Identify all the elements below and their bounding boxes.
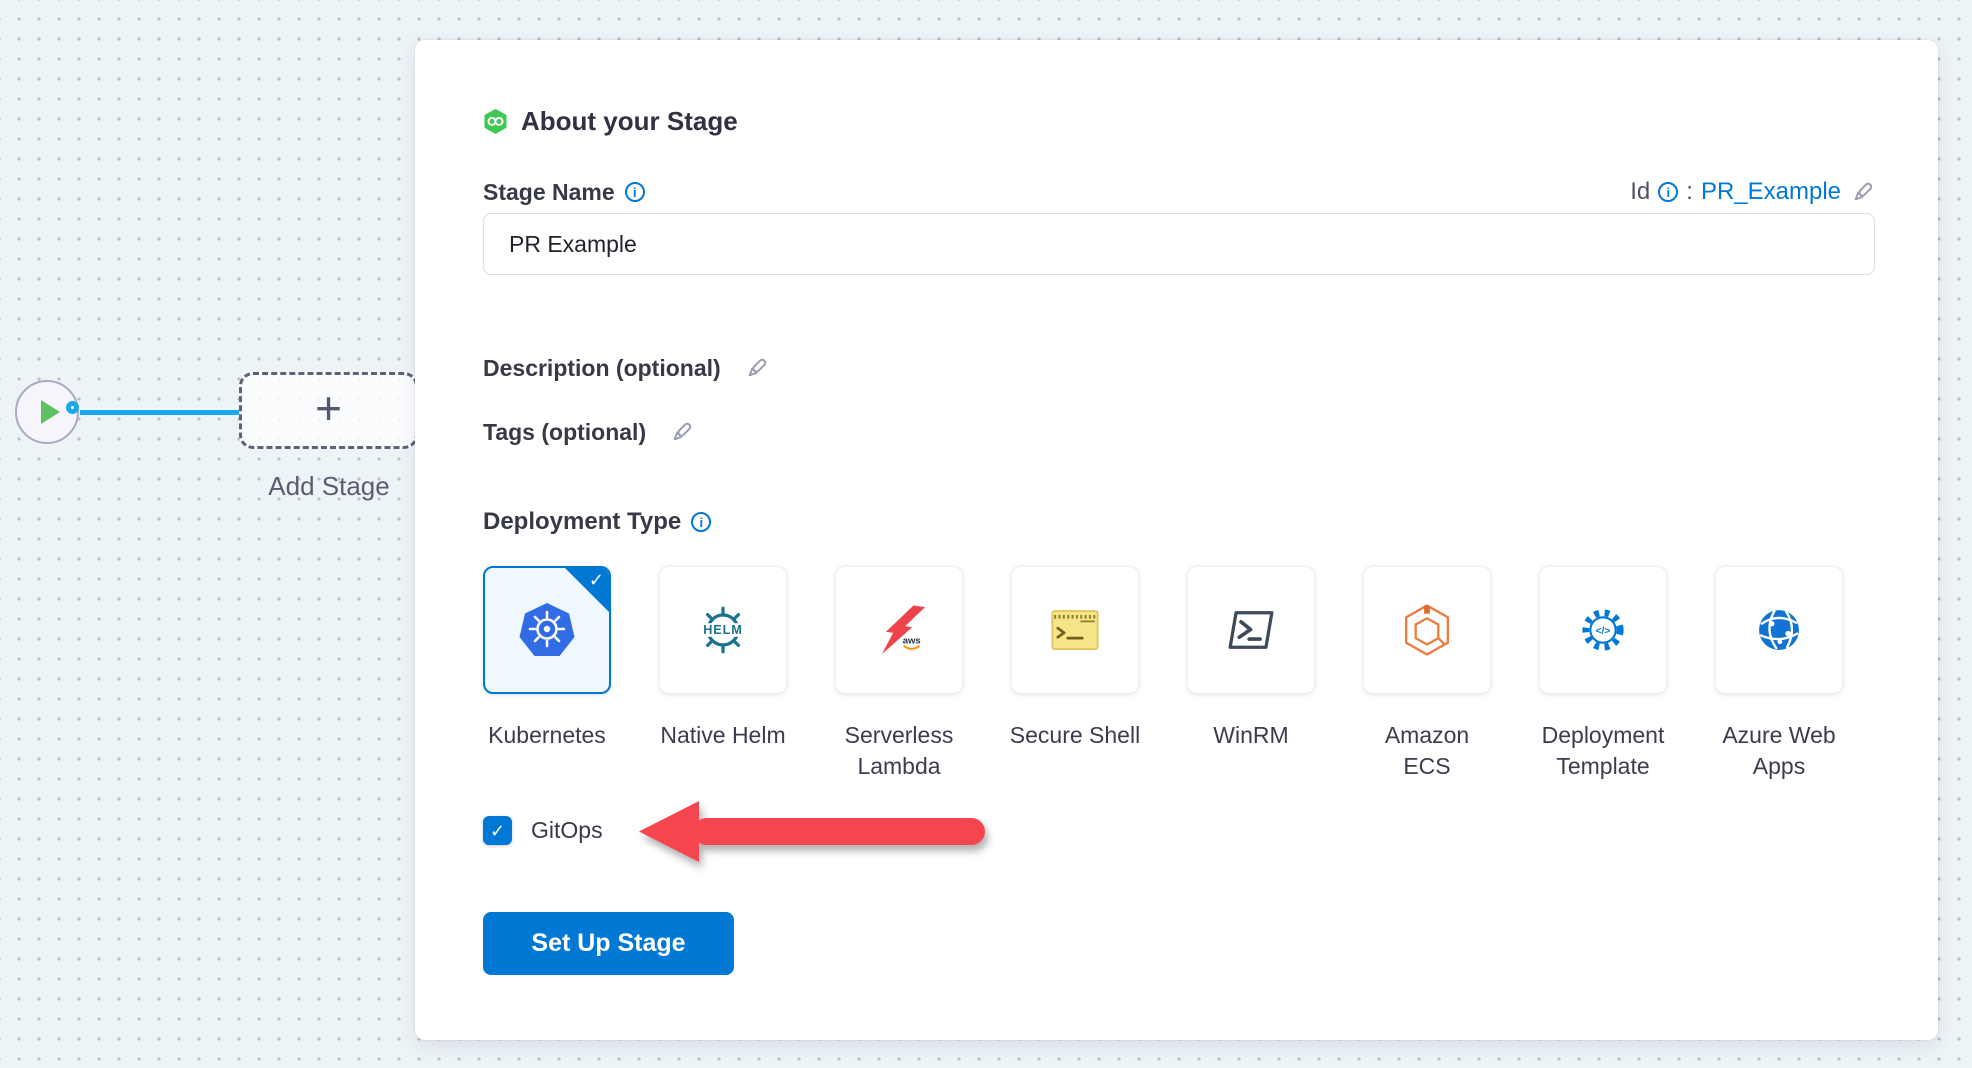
deployment-option-native-helm: HELM Native Helm (659, 566, 787, 782)
tags-label: Tags (optional) (483, 419, 646, 446)
pencil-icon (670, 420, 694, 444)
edit-tags-button[interactable] (670, 420, 694, 444)
deployment-option-label: Kubernetes (462, 720, 632, 751)
tags-row: Tags (optional) (483, 416, 694, 448)
check-icon: ✓ (490, 822, 505, 840)
pipeline-stage-setup-screen: { "canvas": { "add_stage_label": "Add St… (0, 0, 1972, 1068)
play-icon (41, 400, 60, 424)
deployment-type-info-icon[interactable]: i (691, 512, 711, 532)
gitops-row: ✓ GitOps (483, 816, 603, 845)
terminal-icon (1046, 601, 1104, 659)
deployment-option-kubernetes: ✓ Kubernetes (483, 566, 611, 782)
deployment-option-label: Secure Shell (990, 720, 1160, 751)
deployment-option-deployment-template: </> Deployment Template (1539, 566, 1667, 782)
serverless-lambda-tile[interactable]: aws (835, 566, 963, 694)
native-helm-tile[interactable]: HELM (659, 566, 787, 694)
deployment-option-label: Native Helm (638, 720, 808, 751)
annotation-arrow-icon (637, 796, 991, 866)
check-icon: ✓ (589, 570, 604, 591)
cd-stage-icon (483, 108, 508, 135)
pencil-icon (745, 356, 769, 380)
svg-text:aws: aws (903, 636, 921, 647)
kubernetes-tile[interactable]: ✓ (483, 566, 611, 694)
description-row: Description (optional) (483, 352, 769, 384)
set-up-stage-button[interactable]: Set Up Stage (483, 912, 734, 975)
globe-icon (1750, 601, 1808, 659)
stage-name-label: Stage Name (483, 179, 615, 206)
plus-icon: + (315, 385, 342, 436)
page-title: About your Stage (521, 106, 738, 137)
deployment-type-options: ✓ Kubernetes HELM Native Helm (483, 566, 1843, 782)
add-stage-label: Add Stage (229, 471, 429, 502)
pencil-icon (1851, 180, 1875, 204)
pipeline-connector-handle[interactable] (66, 401, 79, 414)
pipeline-connector-line (80, 410, 241, 415)
gitops-checkbox[interactable]: ✓ (483, 816, 512, 845)
kubernetes-icon (517, 601, 577, 659)
stage-name-input[interactable] (483, 213, 1875, 275)
id-value[interactable]: PR_Example (1701, 178, 1841, 206)
deployment-option-label: Azure Web Apps (1694, 720, 1864, 782)
svg-text:</>: </> (1595, 626, 1610, 637)
gear-code-icon: </> (1574, 601, 1632, 659)
stage-id-row: Id i : PR_Example (1630, 178, 1875, 206)
stage-name-info-icon[interactable]: i (625, 182, 645, 202)
deployment-option-serverless-lambda: aws Serverless Lambda (835, 566, 963, 782)
panel-header: About your Stage (483, 106, 738, 137)
stage-name-label-wrap: Stage Name i (483, 179, 645, 206)
id-label: Id (1630, 178, 1650, 206)
deployment-option-label: Deployment Template (1518, 720, 1688, 782)
azure-web-apps-tile[interactable] (1715, 566, 1843, 694)
winrm-tile[interactable] (1187, 566, 1315, 694)
svg-text:HELM: HELM (703, 623, 743, 637)
ecs-hexagon-icon (1398, 601, 1456, 659)
deployment-option-azure-web-apps: Azure Web Apps (1715, 566, 1843, 782)
edit-id-button[interactable] (1851, 180, 1875, 204)
edit-description-button[interactable] (745, 356, 769, 380)
amazon-ecs-tile[interactable] (1363, 566, 1491, 694)
add-stage-button[interactable]: + (239, 372, 418, 449)
deployment-option-winrm: WinRM (1187, 566, 1315, 782)
secure-shell-tile[interactable] (1011, 566, 1139, 694)
deployment-option-amazon-ecs: Amazon ECS (1363, 566, 1491, 782)
stage-name-row: Stage Name i Id i : PR_Example (483, 176, 1875, 208)
deployment-option-secure-shell: Secure Shell (1011, 566, 1139, 782)
about-stage-panel: About your Stage Stage Name i Id i : PR_… (415, 40, 1938, 1040)
id-info-icon[interactable]: i (1658, 182, 1678, 202)
deployment-type-row: Deployment Type i (483, 506, 711, 538)
gitops-label: GitOps (531, 817, 603, 844)
deployment-type-label: Deployment Type (483, 508, 681, 536)
serverless-aws-icon: aws (870, 601, 928, 659)
description-label: Description (optional) (483, 355, 721, 382)
deployment-option-label: Serverless Lambda (814, 720, 984, 782)
deployment-template-tile[interactable]: </> (1539, 566, 1667, 694)
deployment-option-label: WinRM (1166, 720, 1336, 751)
helm-icon: HELM (694, 601, 752, 659)
deployment-option-label: Amazon ECS (1342, 720, 1512, 782)
powershell-icon (1222, 601, 1280, 659)
id-separator: : (1686, 178, 1693, 206)
